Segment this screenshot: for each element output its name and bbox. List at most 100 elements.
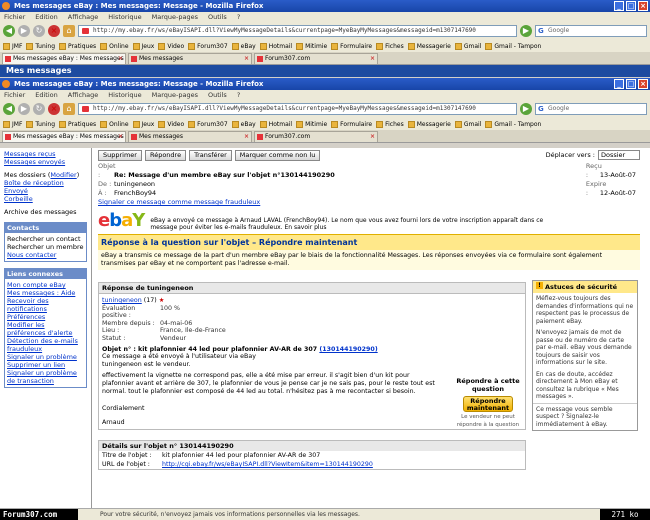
menu-bookmarks[interactable]: Marque-pages	[152, 90, 198, 100]
bookmark-item[interactable]: Messagerie	[407, 42, 451, 50]
tab-close-icon[interactable]: ×	[118, 54, 123, 64]
tab-forum[interactable]: Forum307.com ×	[254, 53, 378, 64]
go-icon[interactable]: ▶	[520, 103, 532, 115]
tab-messages-2[interactable]: Mes messages ×	[128, 53, 252, 64]
menu-help[interactable]: ?	[237, 12, 240, 22]
back-icon[interactable]: ◀	[3, 103, 15, 115]
menu-view[interactable]: Affichage	[68, 90, 99, 100]
tab-messages[interactable]: Mes messages eBay : Mes messages ×	[2, 131, 126, 142]
sidebar-link-sent[interactable]: Messages envoyés	[4, 158, 87, 166]
menu-bookmarks[interactable]: Marque-pages	[152, 12, 198, 22]
home-icon[interactable]: ⌂	[63, 25, 75, 37]
bookmark-item[interactable]: JMF	[3, 120, 22, 128]
related-link[interactable]: Détection des e-mails frauduleux	[7, 337, 84, 353]
related-link[interactable]: Préférences	[7, 313, 84, 321]
reply-now-button[interactable]: Répondre maintenant	[463, 396, 513, 413]
bookmark-item[interactable]: JMF	[3, 42, 22, 50]
back-icon[interactable]: ◀	[3, 25, 15, 37]
outer-url-field[interactable]: http://my.ebay.fr/ws/eBayISAPI.dll?ViewM…	[78, 25, 517, 37]
forward-button[interactable]: Transférer	[189, 149, 232, 161]
bookmark-item[interactable]: Video	[158, 120, 184, 128]
bookmark-item[interactable]: Mitimie	[296, 42, 327, 50]
contact-item-link[interactable]: Nous contacter	[7, 251, 84, 259]
menu-help[interactable]: ?	[237, 90, 240, 100]
tab-close-icon[interactable]: ×	[370, 54, 375, 64]
item-url-link[interactable]: http://cgi.ebay.fr/ws/eBayISAPI.dll?View…	[162, 460, 373, 469]
outer-search-input[interactable]: Google	[535, 25, 647, 37]
menu-file[interactable]: Fichier	[4, 90, 25, 100]
stop-icon[interactable]: ×	[48, 25, 60, 37]
bookmark-item[interactable]: Fiches	[376, 42, 404, 50]
bookmark-item[interactable]: Messagerie	[407, 120, 451, 128]
bookmark-item[interactable]: Jeux	[132, 42, 154, 50]
sidebar-archive[interactable]: Archive des messages	[4, 208, 87, 216]
bookmark-item[interactable]: Tuning	[26, 42, 55, 50]
mark-unread-button[interactable]: Marquer comme non lu	[234, 149, 321, 161]
bookmark-item[interactable]: Gmail - Tampon	[485, 120, 541, 128]
related-link[interactable]: Signaler un problème	[7, 353, 84, 361]
related-link[interactable]: Mes messages : Aide	[7, 289, 84, 297]
reload-icon[interactable]: ↻	[33, 103, 45, 115]
bookmark-item[interactable]: Jeux	[132, 120, 154, 128]
menu-history[interactable]: Historique	[108, 12, 141, 22]
tab-messages[interactable]: Mes messages eBay : Mes messages ×	[2, 53, 126, 64]
bookmark-item[interactable]: Online	[100, 120, 129, 128]
related-link[interactable]: Recevoir des notifications	[7, 297, 84, 313]
bookmark-item[interactable]: Forum307	[188, 120, 228, 128]
bookmark-item[interactable]: Mitimie	[296, 120, 327, 128]
forward-icon[interactable]: ▶	[18, 25, 30, 37]
bookmark-item[interactable]: Gmail	[454, 120, 481, 128]
contact-item[interactable]: Rechercher un contact	[7, 235, 84, 243]
delete-button[interactable]: Supprimer	[98, 149, 142, 161]
bookmark-item[interactable]: Gmail - Tampon	[485, 42, 541, 50]
inner-url-field[interactable]: http://my.ebay.fr/ws/eBayISAPI.dll?ViewM…	[78, 103, 517, 115]
inner-search-input[interactable]: Google	[535, 103, 647, 115]
close-icon[interactable]: ×	[638, 79, 648, 89]
menu-tools[interactable]: Outils	[208, 90, 227, 100]
maximize-icon[interactable]: □	[626, 1, 636, 11]
related-link[interactable]: Modifier les préférences d'alerte	[7, 321, 84, 337]
bookmark-item[interactable]: Pratiques	[59, 42, 96, 50]
minimize-icon[interactable]: _	[614, 1, 624, 11]
bookmark-item[interactable]: Hotmail	[259, 120, 292, 128]
folders-edit-link[interactable]: Modifier	[50, 171, 76, 179]
home-icon[interactable]: ⌂	[63, 103, 75, 115]
bookmark-item[interactable]: Forum307	[188, 42, 228, 50]
menu-edit[interactable]: Edition	[35, 90, 58, 100]
bookmark-item[interactable]: Tuning	[26, 120, 55, 128]
bookmark-item[interactable]: Video	[158, 42, 184, 50]
bookmark-item[interactable]: Gmail	[454, 42, 481, 50]
seller-username[interactable]: tuningeneon	[102, 297, 142, 304]
sidebar-folder-inbox[interactable]: Boîte de réception	[4, 179, 87, 187]
reply-button[interactable]: Répondre	[144, 149, 187, 161]
bookmark-item[interactable]: Fiches	[376, 120, 404, 128]
tab-forum[interactable]: Forum307.com ×	[254, 131, 378, 142]
related-link[interactable]: Signaler un problème de transaction	[7, 369, 84, 385]
bookmark-item[interactable]: eBay	[231, 120, 256, 128]
related-link[interactable]: Supprimer un lien	[7, 361, 84, 369]
close-icon[interactable]: ×	[638, 1, 648, 11]
tab-close-icon[interactable]: ×	[118, 132, 123, 142]
tab-close-icon[interactable]: ×	[244, 54, 249, 64]
menu-view[interactable]: Affichage	[68, 12, 99, 22]
reload-icon[interactable]: ↻	[33, 25, 45, 37]
object-id-link[interactable]: (130144190290)	[319, 346, 377, 353]
bookmark-item[interactable]: eBay	[231, 42, 256, 50]
tab-close-icon[interactable]: ×	[244, 132, 249, 142]
bookmark-item[interactable]: Formulaire	[331, 120, 372, 128]
forward-icon[interactable]: ▶	[18, 103, 30, 115]
tab-close-icon[interactable]: ×	[370, 132, 375, 142]
sidebar-folder-trash[interactable]: Corbeille	[4, 195, 87, 203]
bookmark-item[interactable]: Formulaire	[331, 42, 372, 50]
contact-item[interactable]: Rechercher un membre	[7, 243, 84, 251]
menu-edit[interactable]: Edition	[35, 12, 58, 22]
sidebar-folder-sent[interactable]: Envoyé	[4, 187, 87, 195]
menu-tools[interactable]: Outils	[208, 12, 227, 22]
menu-file[interactable]: Fichier	[4, 12, 25, 22]
menu-history[interactable]: Historique	[108, 90, 141, 100]
stop-icon[interactable]: ×	[48, 103, 60, 115]
bookmark-item[interactable]: Pratiques	[59, 120, 96, 128]
go-icon[interactable]: ▶	[520, 25, 532, 37]
report-fraud-link[interactable]: Signaler ce message comme message fraudu…	[98, 198, 260, 206]
move-folder-select[interactable]: Dossier	[598, 150, 640, 160]
